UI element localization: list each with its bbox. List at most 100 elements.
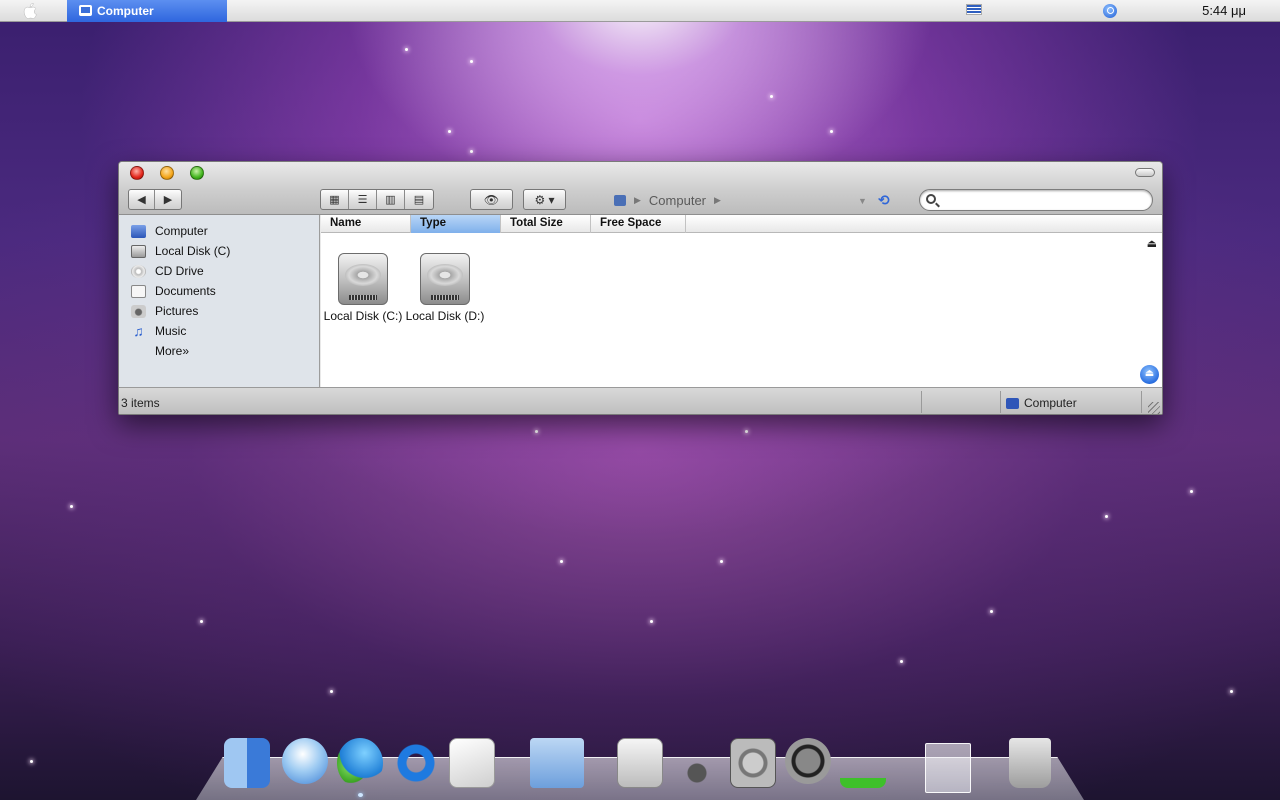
list-view-icon: ☰ bbox=[357, 194, 368, 206]
scissors-icon[interactable] bbox=[617, 738, 663, 788]
minimize-button[interactable] bbox=[160, 166, 174, 180]
sidebar-item-label: Pictures bbox=[155, 304, 199, 318]
drive-label: Local Disk (D:) bbox=[405, 309, 485, 323]
apple-icon[interactable] bbox=[22, 2, 40, 20]
sidebar-item-pictures[interactable]: Pictures bbox=[131, 302, 198, 320]
finder-icon[interactable] bbox=[224, 738, 270, 788]
system-preferences-icon[interactable] bbox=[730, 738, 776, 788]
sidebar-item-local-disk[interactable]: Local Disk (C) bbox=[131, 242, 230, 260]
activity-monitor-icon[interactable] bbox=[840, 738, 886, 788]
zoom-button[interactable] bbox=[190, 166, 204, 180]
hard-disk-icon bbox=[420, 253, 470, 305]
sidebar-item-label: Documents bbox=[155, 284, 216, 298]
computer-icon bbox=[1006, 397, 1019, 409]
column-total-size[interactable]: Total Size bbox=[501, 215, 591, 233]
path-dropdown-icon[interactable]: ▼ bbox=[858, 196, 867, 206]
path-bar: ▶ Computer ▶ bbox=[614, 191, 721, 209]
cover-flow-icon: ▤ bbox=[413, 194, 425, 206]
status-bar: 3 items Computer bbox=[119, 387, 1162, 414]
status-location: Computer bbox=[1006, 396, 1077, 410]
path-separator-icon: ▶ bbox=[714, 194, 721, 205]
view-mode-buttons: ▦ ☰ ▥ ▤ bbox=[320, 189, 434, 210]
running-indicator bbox=[358, 793, 363, 797]
sidebar-more-label: More» bbox=[155, 344, 190, 358]
column-header: Name Type Total Size Free Space bbox=[321, 215, 1162, 233]
finder-window: ◀ ▶ ▦ ☰ ▥ ▤ 👁 ⚙ ▾ ▶ Computer ▶ ▼ ⟲ Compu… bbox=[118, 161, 1163, 415]
menu-bar: Computer 5:44 μμ bbox=[0, 0, 1280, 22]
drive-item-d[interactable]: Local Disk (D:) bbox=[405, 253, 485, 324]
sidebar-item-label: Music bbox=[155, 324, 187, 338]
shutdown-icon[interactable] bbox=[785, 738, 831, 784]
sidebar: Computer Local Disk (C) CD Drive Documen… bbox=[119, 215, 320, 387]
column-name[interactable]: Name bbox=[321, 215, 411, 233]
documents-icon bbox=[131, 284, 146, 298]
search-input[interactable] bbox=[942, 193, 1142, 207]
active-app-name: Computer bbox=[97, 4, 154, 18]
column-view-icon: ▥ bbox=[385, 194, 396, 206]
sidebar-more-link[interactable]: More» bbox=[155, 342, 189, 360]
drive-label: Local Disk (C:) bbox=[323, 309, 403, 323]
column-free-space[interactable]: Free Space bbox=[591, 215, 686, 233]
computer-icon bbox=[614, 194, 626, 206]
textedit-icon[interactable] bbox=[449, 738, 495, 788]
close-button[interactable] bbox=[130, 166, 144, 180]
sidebar-item-computer[interactable]: Computer bbox=[131, 222, 208, 240]
icon-view-button[interactable]: ▦ bbox=[321, 190, 349, 209]
toolbar-toggle-button[interactable] bbox=[1135, 168, 1155, 177]
quick-look-button[interactable]: 👁 bbox=[470, 189, 513, 210]
icon-view-icon: ▦ bbox=[329, 194, 340, 206]
column-view-button[interactable]: ▥ bbox=[377, 190, 405, 209]
status-divider bbox=[1141, 391, 1142, 413]
navigation-buttons: ◀ ▶ bbox=[128, 189, 182, 210]
menu-clock[interactable]: 5:44 μμ bbox=[1202, 0, 1246, 22]
search-icon bbox=[926, 194, 936, 204]
itunes-icon[interactable] bbox=[282, 738, 328, 784]
sidebar-item-documents[interactable]: Documents bbox=[131, 282, 216, 300]
internet-explorer-icon[interactable] bbox=[393, 738, 439, 788]
computer-icon bbox=[131, 224, 146, 238]
hard-disk-icon bbox=[338, 253, 388, 305]
spotlight-icon[interactable] bbox=[1103, 4, 1117, 18]
status-divider bbox=[921, 391, 922, 413]
messenger-icon[interactable] bbox=[337, 738, 383, 788]
computer-icon bbox=[79, 5, 92, 16]
file-content-area[interactable]: Name Type Total Size Free Space ⏏ Local … bbox=[321, 215, 1162, 387]
resize-grip-icon[interactable] bbox=[1148, 402, 1160, 414]
status-location-label: Computer bbox=[1024, 396, 1077, 410]
cover-flow-button[interactable]: ▤ bbox=[405, 190, 433, 209]
drive-item-c[interactable]: Local Disk (C:) bbox=[323, 253, 403, 324]
refresh-icon[interactable]: ⟲ bbox=[878, 192, 890, 209]
status-divider bbox=[1000, 391, 1001, 413]
item-count: 3 items bbox=[121, 396, 160, 410]
cd-drive-icon bbox=[131, 264, 146, 278]
sidebar-item-label: CD Drive bbox=[155, 264, 204, 278]
path-current[interactable]: Computer bbox=[649, 193, 706, 208]
path-separator-icon: ▶ bbox=[634, 194, 641, 205]
sidebar-item-cd-drive[interactable]: CD Drive bbox=[131, 262, 204, 280]
eye-icon: 👁 bbox=[483, 192, 500, 207]
applications-folder-icon[interactable] bbox=[530, 738, 584, 788]
sidebar-item-label: Local Disk (C) bbox=[155, 244, 231, 258]
action-menu-button[interactable]: ⚙ ▾ bbox=[523, 189, 566, 210]
forward-arrow-icon: ▶ bbox=[163, 194, 173, 206]
gear-icon: ⚙ ▾ bbox=[534, 192, 555, 207]
active-app-menu[interactable]: Computer bbox=[67, 0, 227, 22]
sidebar-item-music[interactable]: ♫ Music bbox=[131, 322, 186, 340]
eject-button-icon[interactable]: ⏏ bbox=[1140, 365, 1159, 384]
forward-button[interactable]: ▶ bbox=[155, 190, 181, 209]
window-toolbar: ◀ ▶ ▦ ☰ ▥ ▤ 👁 ⚙ ▾ ▶ Computer ▶ ▼ ⟲ bbox=[119, 162, 1162, 215]
back-button[interactable]: ◀ bbox=[129, 190, 155, 209]
search-field[interactable] bbox=[919, 189, 1153, 211]
system-profiler-icon[interactable] bbox=[674, 738, 720, 788]
back-arrow-icon: ◀ bbox=[137, 194, 146, 206]
stack-icon[interactable] bbox=[925, 743, 971, 793]
sidebar-item-label: Computer bbox=[155, 224, 208, 238]
eject-icon[interactable]: ⏏ bbox=[1147, 237, 1157, 250]
trash-icon[interactable] bbox=[1009, 738, 1051, 788]
flag-icon[interactable] bbox=[966, 4, 982, 15]
hard-disk-icon bbox=[131, 244, 146, 258]
list-view-button[interactable]: ☰ bbox=[349, 190, 377, 209]
pictures-icon bbox=[131, 304, 146, 318]
column-type[interactable]: Type bbox=[411, 215, 501, 233]
music-icon: ♫ bbox=[133, 322, 144, 339]
